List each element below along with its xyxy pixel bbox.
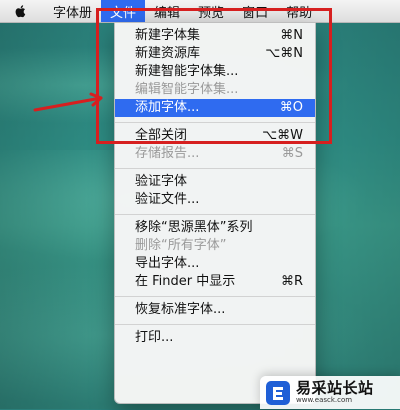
menu-item-validate-file[interactable]: 验证文件... [115,191,315,209]
menu-item-label: 存储报告... [135,146,200,161]
menu-item-validate-fonts[interactable]: 验证字体 [115,173,315,191]
menu-separator [115,163,315,173]
menu-item-delete-all-fonts: 删除“所有字体” [115,237,315,255]
menu-item-label: 在 Finder 中显示 [135,274,236,289]
menu-item-save-report: 存储报告... ⌘S [115,145,315,163]
menu-item-label: 验证文件... [135,192,200,207]
menu-item-restore-standard-fonts[interactable]: 恢复标准字体... [115,301,315,319]
watermark-text: 易采站长站 www.easck.com [296,378,374,404]
watermark-main-text: 易采站长站 [296,378,374,397]
apple-logo-icon[interactable] [12,2,30,20]
watermark-sub-text: www.easck.com [296,395,353,404]
menu-item-shortcut: ⌘S [281,146,303,161]
menu-item-export-fonts[interactable]: 导出字体... [115,255,315,273]
menu-separator [115,291,315,301]
menu-item-label: 验证字体 [135,174,188,189]
menu-item-print[interactable]: 打印... [115,329,315,347]
menu-item-label: 恢复标准字体... [135,302,226,317]
menu-item-remove-family[interactable]: 移除“思源黑体”系列 [115,219,315,237]
menu-item-label: 删除“所有字体” [135,238,227,253]
menu-item-label: 移除“思源黑体”系列 [135,220,253,235]
menubar-item-font-book[interactable]: 字体册 [44,0,101,22]
menu-separator [115,209,315,219]
watermark-logo-icon [266,380,290,405]
menu-item-label: 打印... [135,330,174,345]
menu-item-label: 导出字体... [135,256,200,271]
menu-separator [115,319,315,329]
menu-item-shortcut: ⌘R [280,274,303,289]
annotation-highlight-box [96,8,332,144]
watermark: 易采站长站 www.easck.com [260,376,400,409]
annotation-arrow-icon [33,92,103,112]
menu-item-show-in-finder[interactable]: 在 Finder 中显示 ⌘R [115,273,315,291]
